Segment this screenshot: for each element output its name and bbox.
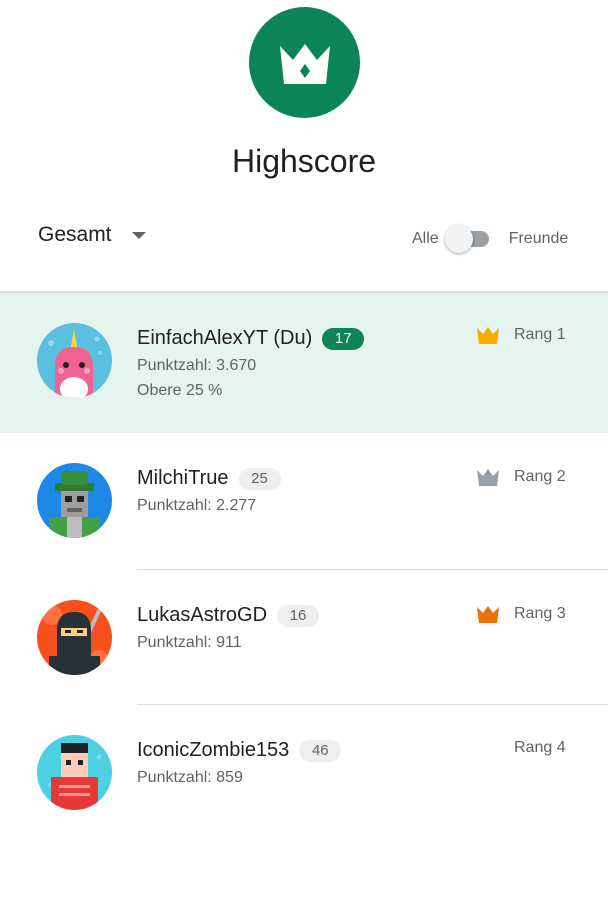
rank-label: Rang 3 [514,605,566,622]
leaderboard-row[interactable]: IconicZombie153 46 Punktzahl: 859 Rang 4 [0,705,608,839]
player-percentile: Obere 25 % [137,382,223,399]
scope-dropdown-label: Gesamt [38,223,112,246]
highscore-logo [249,7,360,118]
rank-label: Rang 1 [514,326,566,343]
friends-toggle-group: Alle Freunde [412,225,568,253]
player-score: Punktzahl: 859 [137,769,243,786]
level-badge: 17 [322,327,365,350]
player-name: EinfachAlexYT (Du) [137,327,313,349]
toggle-knob [444,225,473,253]
player-name: LukasAstroGD [137,604,268,626]
leaderboard-row[interactable]: LukasAstroGD 16 Punktzahl: 911 Rang 3 [0,570,608,704]
scope-dropdown[interactable]: Gesamt [38,223,146,247]
chevron-down-icon [131,231,146,239]
player-name: IconicZombie153 [137,739,290,761]
leaderboard-row[interactable]: MilchiTrue 25 Punktzahl: 2.277 Rang 2 [0,433,608,569]
player-score: Punktzahl: 2.277 [137,497,257,514]
page-title: Highscore [231,143,377,179]
robot-avatar [37,463,112,538]
gold-crown-icon [477,327,499,344]
player-name: MilchiTrue [137,467,229,489]
crown-icon [279,43,330,84]
rank-label: Rang 2 [514,468,566,485]
toggle-label-friends[interactable]: Freunde [509,230,569,248]
friends-toggle-switch[interactable] [444,225,493,253]
player-score: Punktzahl: 3.670 [137,357,257,374]
leaderboard-row[interactable]: EinfachAlexYT (Du) 17 Punktzahl: 3.670 O… [0,293,608,433]
level-badge: 46 [299,739,342,762]
zombie-avatar [37,735,112,810]
ninja-avatar [37,600,112,675]
bronze-crown-icon [477,606,499,623]
silver-crown-icon [477,469,499,486]
rank-label: Rang 4 [514,739,566,756]
level-badge: 25 [238,467,281,490]
level-badge: 16 [277,604,320,627]
toggle-label-all[interactable]: Alle [412,230,439,248]
player-score: Punktzahl: 911 [137,634,242,651]
narwhal-avatar [37,323,112,398]
